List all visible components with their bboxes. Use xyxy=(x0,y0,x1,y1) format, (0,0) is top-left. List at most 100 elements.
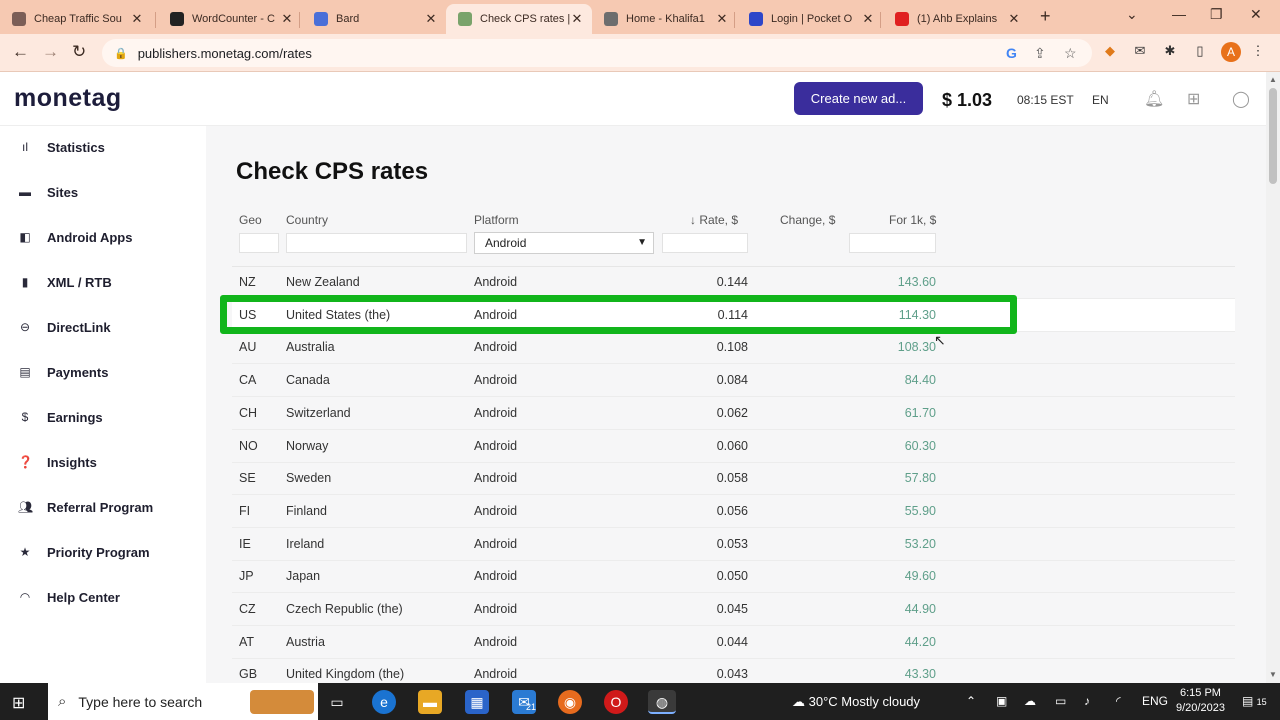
rate-filter-input[interactable] xyxy=(662,233,748,253)
task-view-icon[interactable]: ▭ xyxy=(325,690,349,714)
browser-tab[interactable]: Check CPS rates | ✕ xyxy=(446,4,592,34)
firefox-icon[interactable]: ◉ xyxy=(558,690,582,714)
platform-filter-select[interactable]: Android ▼ xyxy=(474,232,654,254)
sidebar-item-android-apps[interactable]: ◧ Android Apps xyxy=(0,222,206,252)
tab-close-icon[interactable]: ✕ xyxy=(861,11,875,27)
profile-avatar[interactable]: A xyxy=(1221,42,1241,62)
puzzle-extensions-icon[interactable]: ✱ xyxy=(1162,43,1178,59)
onedrive-icon[interactable]: ☁ xyxy=(1024,694,1036,708)
table-row[interactable]: JP Japan Android 0.050 49.60 xyxy=(232,560,1235,594)
volume-icon[interactable]: ♪ xyxy=(1084,694,1090,708)
cell-geo: CA xyxy=(239,373,257,388)
sidebar-item-sites[interactable]: ▬ Sites xyxy=(0,177,206,207)
user-profile-icon[interactable]: ◯ xyxy=(1232,89,1250,109)
bookmark-star-icon[interactable]: ☆ xyxy=(1064,45,1077,62)
table-row[interactable]: IE Ireland Android 0.053 53.20 xyxy=(232,528,1235,561)
cell-country: New Zealand xyxy=(286,275,360,289)
minimize-button[interactable]: — xyxy=(1172,6,1186,22)
mail-extension-icon[interactable]: ✉ xyxy=(1132,43,1148,59)
table-row[interactable]: CZ Czech Republic (the) Android 0.045 44.90 xyxy=(232,593,1235,626)
browser-menu-icon[interactable]: ⋮ xyxy=(1250,43,1266,59)
users-icon: 👥︎ xyxy=(18,500,34,514)
mouse-cursor-icon: ↖ xyxy=(934,332,946,348)
table-row[interactable]: CA Canada Android 0.084 84.40 xyxy=(232,364,1235,398)
forward-button[interactable]: → xyxy=(42,42,59,62)
store-icon[interactable]: ▦ xyxy=(465,690,489,714)
input-language[interactable]: ENG xyxy=(1142,694,1168,708)
scrollbar-thumb[interactable] xyxy=(1269,88,1277,184)
sidebar-item-xml-rtb[interactable]: ▮ XML / RTB xyxy=(0,267,206,297)
share-icon[interactable]: ⇪ xyxy=(1034,45,1046,62)
sidebar-item-priority-program[interactable]: ★ Priority Program xyxy=(0,537,206,567)
sidebar-item-help-center[interactable]: ◠ Help Center xyxy=(0,582,206,612)
tab-close-icon[interactable]: ✕ xyxy=(1007,11,1021,27)
browser-tab[interactable]: Bard ✕ xyxy=(302,4,446,34)
column-header-platform[interactable]: Platform xyxy=(474,213,519,227)
tab-close-icon[interactable]: ✕ xyxy=(280,11,294,27)
sidebar-item-directlink[interactable]: ⊖ DirectLink xyxy=(0,312,206,342)
table-row[interactable]: FI Finland Android 0.056 55.90 xyxy=(232,495,1235,528)
tray-app-icon[interactable]: ▣ xyxy=(996,694,1007,708)
create-new-ad-button[interactable]: Create new ad... xyxy=(794,82,923,115)
country-filter-input[interactable] xyxy=(286,233,467,253)
bell-icon[interactable]: 🔔︎ xyxy=(1144,89,1164,109)
column-header-per-1k[interactable]: For 1k, $ xyxy=(889,213,936,227)
sidebar-item-earnings[interactable]: $ Earnings xyxy=(0,402,206,432)
tab-close-icon[interactable]: ✕ xyxy=(570,11,584,27)
per-1k-filter-input[interactable] xyxy=(849,233,936,253)
sidebar-item-insights[interactable]: ❓ Insights xyxy=(0,447,206,477)
column-header-rate[interactable]: ↓ Rate, $ xyxy=(690,213,738,227)
sidebar-item-statistics[interactable]: ıl Statistics xyxy=(0,132,206,162)
weather-widget[interactable]: ☁ 30°C Mostly cloudy xyxy=(792,694,920,710)
column-header-geo[interactable]: Geo xyxy=(239,213,262,227)
geo-filter-input[interactable] xyxy=(239,233,279,253)
wifi-icon[interactable]: ◜ xyxy=(1116,694,1121,708)
windows-start-icon[interactable]: ⊞ xyxy=(12,693,25,713)
table-row[interactable]: SE Sweden Android 0.058 57.80 xyxy=(232,462,1235,496)
extension-icon[interactable]: ◆ xyxy=(1102,43,1118,59)
address-bar[interactable]: 🔒 publishers.monetag.com/rates G ⇪ ☆ xyxy=(102,39,1092,67)
browser-tab[interactable]: WordCounter - C ✕ xyxy=(158,4,302,34)
edge-icon[interactable]: e xyxy=(372,690,396,714)
tab-close-icon[interactable]: ✕ xyxy=(130,11,144,27)
cell-country: Austria xyxy=(286,634,325,649)
sidebar-item-payments[interactable]: ▤ Payments xyxy=(0,357,206,387)
new-tab-button[interactable]: + xyxy=(1040,6,1051,27)
column-header-change[interactable]: Change, $ xyxy=(780,213,835,227)
monetag-logo[interactable]: monetag xyxy=(14,84,122,113)
language-selector[interactable]: EN xyxy=(1092,93,1109,107)
chrome-icon[interactable]: ◍ xyxy=(648,690,676,714)
system-clock[interactable]: 6:15 PM 9/20/2023 xyxy=(1176,686,1225,716)
table-row[interactable]: NO Norway Android 0.060 60.30 xyxy=(232,430,1235,463)
tab-search-icon[interactable]: ⌄ xyxy=(1126,6,1138,23)
restore-button[interactable]: ❐ xyxy=(1210,6,1223,23)
google-icon[interactable]: G xyxy=(1006,45,1017,61)
search-highlight-image[interactable] xyxy=(250,690,314,714)
browser-tab[interactable]: Login | Pocket O ✕ xyxy=(737,4,883,34)
back-button[interactable]: ← xyxy=(12,42,29,62)
close-window-button[interactable]: ✕ xyxy=(1250,6,1262,23)
table-row[interactable]: AU Australia Android 0.108 108.30 xyxy=(232,331,1235,365)
scroll-up-icon[interactable]: ▲ xyxy=(1269,75,1277,84)
browser-tab[interactable]: Cheap Traffic Sou ✕ xyxy=(0,4,152,34)
sidebar-item-referral-program[interactable]: 👥︎ Referral Program xyxy=(0,492,206,522)
tray-overflow-icon[interactable]: ⌃ xyxy=(966,694,976,708)
notifications-icon[interactable]: ▤ 15 xyxy=(1242,694,1267,708)
tab-favicon-icon xyxy=(749,12,763,26)
table-row[interactable]: AT Austria Android 0.044 44.20 xyxy=(232,626,1235,659)
browser-tab[interactable]: (1) Ahb Explains ✕ xyxy=(883,4,1029,34)
vertical-scrollbar[interactable]: ▲ ▼ xyxy=(1266,72,1280,683)
column-header-country[interactable]: Country xyxy=(286,213,328,227)
opera-icon[interactable]: O xyxy=(604,690,628,714)
tab-close-icon[interactable]: ✕ xyxy=(424,11,438,27)
side-panel-icon[interactable]: ▯ xyxy=(1192,43,1208,59)
tab-close-icon[interactable]: ✕ xyxy=(715,11,729,27)
browser-tab[interactable]: Home - Khalifa1 ✕ xyxy=(592,4,737,34)
file-explorer-icon[interactable]: ▬ xyxy=(418,690,442,714)
battery-icon[interactable]: ▭ xyxy=(1055,694,1066,708)
gift-icon[interactable]: ⊞ xyxy=(1187,89,1200,109)
reload-button[interactable]: ↻ xyxy=(72,42,86,62)
table-row[interactable]: CH Switzerland Android 0.062 61.70 xyxy=(232,397,1235,430)
browser-toolbar: ← → ↻ 🔒 publishers.monetag.com/rates G ⇪… xyxy=(0,34,1280,72)
scroll-down-icon[interactable]: ▼ xyxy=(1269,670,1277,679)
